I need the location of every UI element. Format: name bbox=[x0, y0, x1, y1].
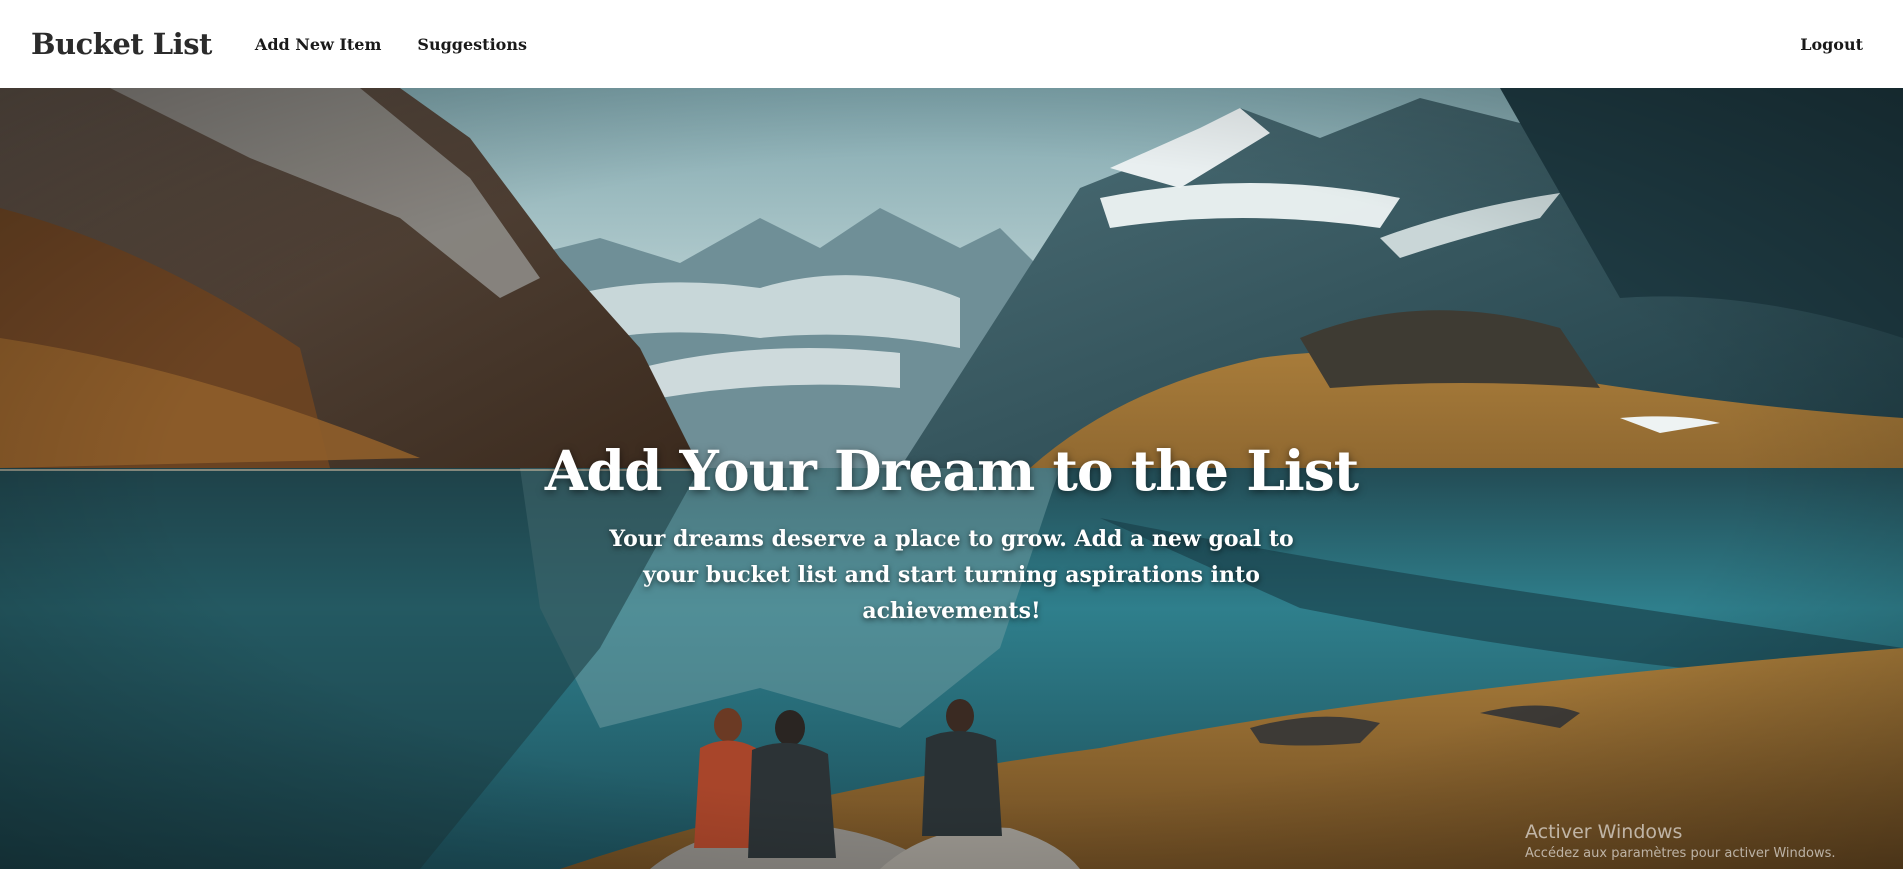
hero-title: Add Your Dream to the List bbox=[544, 438, 1359, 503]
watermark-title: Activer Windows bbox=[1525, 821, 1683, 843]
hero-text-block: Add Your Dream to the List Your dreams d… bbox=[0, 438, 1903, 629]
brand-logo-link[interactable]: Bucket List bbox=[31, 27, 212, 61]
windows-activation-watermark: Activer Windows Accédez aux paramètres p… bbox=[1525, 820, 1836, 864]
top-navbar: Bucket List Add New Item Suggestions Log… bbox=[0, 0, 1903, 88]
watermark-subtitle: Accédez aux paramètres pour activer Wind… bbox=[1525, 846, 1836, 861]
hero-section: Add Your Dream to the List Your dreams d… bbox=[0, 88, 1903, 869]
logout-link[interactable]: Logout bbox=[1800, 35, 1863, 54]
nav-suggestions[interactable]: Suggestions bbox=[417, 35, 527, 54]
hero-subtitle: Your dreams deserve a place to grow. Add… bbox=[609, 526, 1294, 624]
nav-add-new-item[interactable]: Add New Item bbox=[255, 35, 382, 54]
